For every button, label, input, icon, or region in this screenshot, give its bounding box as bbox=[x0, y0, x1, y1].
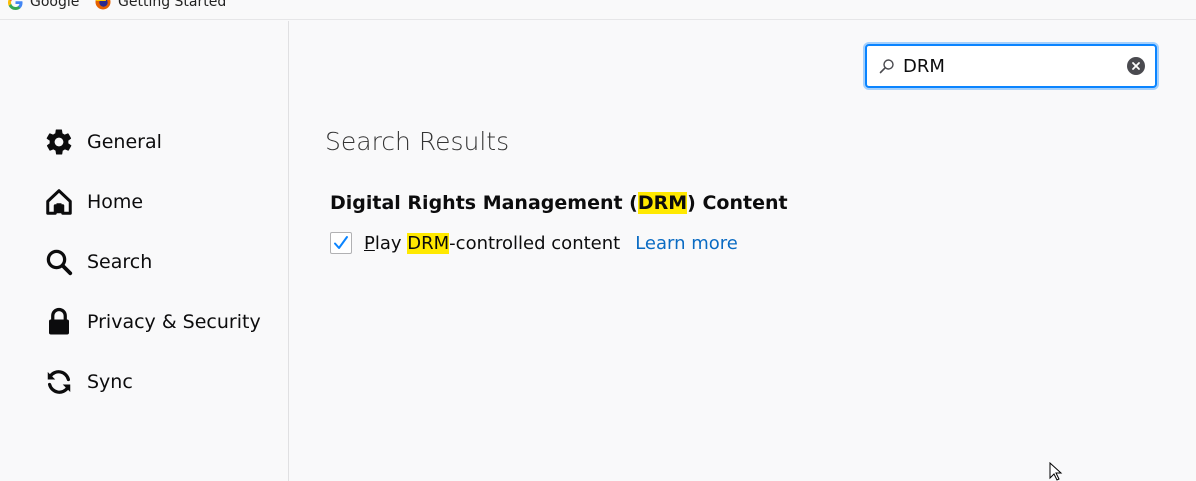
search-highlight: DRM bbox=[407, 232, 450, 254]
heading-text: Digital Rights Management ( bbox=[330, 192, 638, 214]
drm-checkbox[interactable] bbox=[330, 232, 352, 254]
label-text: lay bbox=[374, 232, 408, 254]
sidebar-item-privacy-security[interactable]: Privacy & Security bbox=[44, 302, 261, 342]
bookmark-google[interactable]: Google bbox=[7, 0, 79, 10]
section-heading: Digital Rights Management (DRM) Content bbox=[330, 192, 788, 214]
search-input[interactable] bbox=[903, 55, 1127, 77]
drm-setting-row: Play DRM-controlled content Learn more bbox=[330, 232, 738, 254]
sidebar-item-general[interactable]: General bbox=[44, 122, 162, 162]
lock-icon bbox=[44, 306, 76, 338]
checkmark-icon bbox=[334, 236, 348, 249]
clear-icon[interactable] bbox=[1127, 57, 1145, 75]
sidebar-item-label: Sync bbox=[87, 371, 133, 393]
sidebar-item-search[interactable]: Search bbox=[44, 242, 152, 282]
access-key: P bbox=[364, 232, 375, 254]
sidebar-item-label: General bbox=[87, 131, 162, 153]
sidebar-item-label: Search bbox=[87, 251, 153, 273]
page-title: Search Results bbox=[325, 127, 510, 156]
learn-more-link[interactable]: Learn more bbox=[635, 233, 738, 254]
preferences-search-box[interactable] bbox=[865, 44, 1157, 88]
label-text: -controlled content bbox=[449, 232, 621, 254]
drm-checkbox-label[interactable]: Play DRM-controlled content bbox=[364, 232, 621, 254]
bookmark-label: Google bbox=[30, 0, 80, 10]
home-icon bbox=[44, 186, 76, 218]
google-favicon bbox=[7, 0, 23, 10]
sidebar-item-label: Privacy & Security bbox=[87, 311, 261, 333]
magnifier-icon bbox=[877, 56, 897, 76]
sidebar-item-label: Home bbox=[87, 191, 144, 213]
preferences-sidebar: General Home Search Privacy & Security S… bbox=[0, 21, 289, 481]
sync-icon bbox=[44, 366, 76, 398]
mouse-cursor-icon bbox=[1049, 462, 1063, 481]
preferences-main: Search Results Digital Rights Management… bbox=[290, 21, 1196, 481]
search-highlight: DRM bbox=[637, 192, 688, 214]
bookmarks-toolbar: Google Getting Started bbox=[0, 0, 1196, 20]
firefox-favicon bbox=[95, 0, 111, 10]
bookmark-label: Getting Started bbox=[118, 0, 227, 10]
heading-text: ) Content bbox=[687, 192, 788, 214]
bookmark-getting-started[interactable]: Getting Started bbox=[95, 0, 226, 10]
sidebar-item-sync[interactable]: Sync bbox=[44, 362, 133, 402]
gear-icon bbox=[44, 126, 76, 158]
search-icon bbox=[44, 246, 76, 278]
sidebar-item-home[interactable]: Home bbox=[44, 182, 143, 222]
